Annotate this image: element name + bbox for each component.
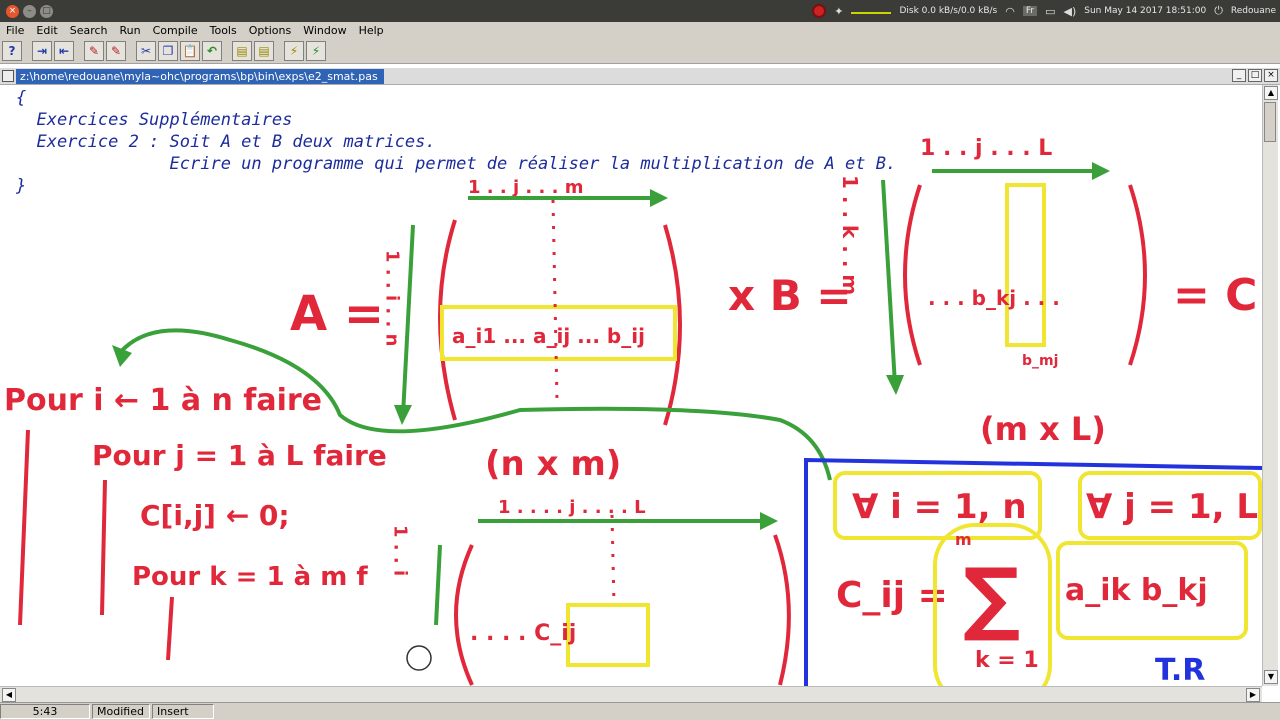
close-icon[interactable]: × [6, 4, 19, 18]
menu-run[interactable]: Run [114, 24, 147, 37]
code-line: Exercice 2 : Soit A et B deux matrices. [16, 132, 436, 152]
code-line: Ecrire un programme qui permet de réalis… [16, 154, 897, 174]
breakpoint-icon[interactable]: ✎ [84, 40, 104, 61]
window-menu-icon[interactable] [2, 70, 14, 82]
battery-icon[interactable]: ▭ [1045, 5, 1055, 18]
user-name[interactable]: Redouane [1231, 6, 1276, 16]
cut-icon[interactable]: ✂ [136, 40, 156, 61]
code-line: { [16, 88, 27, 108]
code-line: } [16, 176, 27, 196]
editor-close-icon[interactable]: × [1264, 69, 1278, 82]
file-path: z:\home\redouane\myla~ohc\programs\bp\bi… [16, 68, 384, 84]
menu-file[interactable]: File [0, 24, 30, 37]
power-icon[interactable]: ⏻ [1214, 4, 1223, 18]
menu-compile[interactable]: Compile [147, 24, 204, 37]
menu-search[interactable]: Search [64, 24, 114, 37]
keyboard-layout[interactable]: Fr [1022, 6, 1038, 16]
menu-help[interactable]: Help [353, 24, 390, 37]
menu-tools[interactable]: Tools [204, 24, 243, 37]
make-icon[interactable]: ⚡ [306, 40, 326, 61]
vertical-scrollbar[interactable]: ▲ ▼ [1262, 85, 1278, 686]
scroll-down-icon[interactable]: ▼ [1264, 670, 1278, 684]
status-bar: 5:43 Modified Insert [0, 702, 1280, 720]
system-top-bar: × – □ ✦ Disk 0.0 kB/s/0.0 kB/s ◠ Fr ▭ ◀)… [0, 0, 1280, 22]
undo-icon[interactable]: ↶ [202, 40, 222, 61]
cpu-meter [851, 8, 892, 14]
disk-indicator: Disk 0.0 kB/s/0.0 kB/s [899, 6, 998, 16]
modified-indicator: Modified [92, 704, 150, 719]
cursor-position: 5:43 [0, 704, 90, 719]
open-file-icon[interactable]: ▤ [232, 40, 252, 61]
menu-window[interactable]: Window [297, 24, 352, 37]
volume-icon[interactable]: ◀) [1064, 5, 1077, 18]
toolbar: ? ⇥ ⇤ ✎ ✎ ✂ ❐ 📋 ↶ ▤ ▤ ⚡ ⚡ [0, 38, 1280, 64]
copy-icon[interactable]: ❐ [158, 40, 178, 61]
compile-icon[interactable]: ⚡ [284, 40, 304, 61]
menu-edit[interactable]: Edit [30, 24, 63, 37]
dropbox-icon[interactable]: ✦ [834, 5, 843, 18]
menu-options[interactable]: Options [243, 24, 297, 37]
minimize-icon[interactable]: – [23, 4, 36, 18]
horizontal-scrollbar[interactable]: ◀ ▶ [0, 686, 1262, 702]
step-over-icon[interactable]: ⇥ [32, 40, 52, 61]
wifi-icon[interactable]: ◠ [1005, 5, 1015, 18]
record-icon[interactable] [812, 4, 827, 18]
trace-into-icon[interactable]: ⇤ [54, 40, 74, 61]
editor-minimize-icon[interactable]: _ [1232, 69, 1246, 82]
scroll-thumb[interactable] [1264, 102, 1276, 142]
window-controls: × – □ [0, 4, 53, 18]
code-text[interactable]: { Exercices Supplémentaires Exercice 2 :… [16, 87, 896, 197]
editor-restore-icon[interactable]: □ [1248, 69, 1262, 82]
editor-title-bar: z:\home\redouane\myla~ohc\programs\bp\bi… [0, 68, 1280, 85]
scroll-up-icon[interactable]: ▲ [1264, 86, 1278, 100]
code-editor[interactable]: { Exercices Supplémentaires Exercice 2 :… [0, 85, 1262, 686]
insert-mode: Insert [152, 704, 214, 719]
code-line: Exercices Supplémentaires [16, 110, 293, 130]
watch-icon[interactable]: ✎ [106, 40, 126, 61]
system-tray: ✦ Disk 0.0 kB/s/0.0 kB/s ◠ Fr ▭ ◀) Sun M… [812, 0, 1280, 22]
maximize-icon[interactable]: □ [40, 4, 53, 18]
paste-icon[interactable]: 📋 [180, 40, 200, 61]
help-icon[interactable]: ? [2, 40, 22, 61]
menu-bar: File Edit Search Run Compile Tools Optio… [0, 22, 1280, 38]
scroll-left-icon[interactable]: ◀ [2, 688, 16, 702]
scroll-right-icon[interactable]: ▶ [1246, 688, 1260, 702]
save-file-icon[interactable]: ▤ [254, 40, 274, 61]
clock[interactable]: Sun May 14 2017 18:51:00 [1084, 6, 1206, 16]
